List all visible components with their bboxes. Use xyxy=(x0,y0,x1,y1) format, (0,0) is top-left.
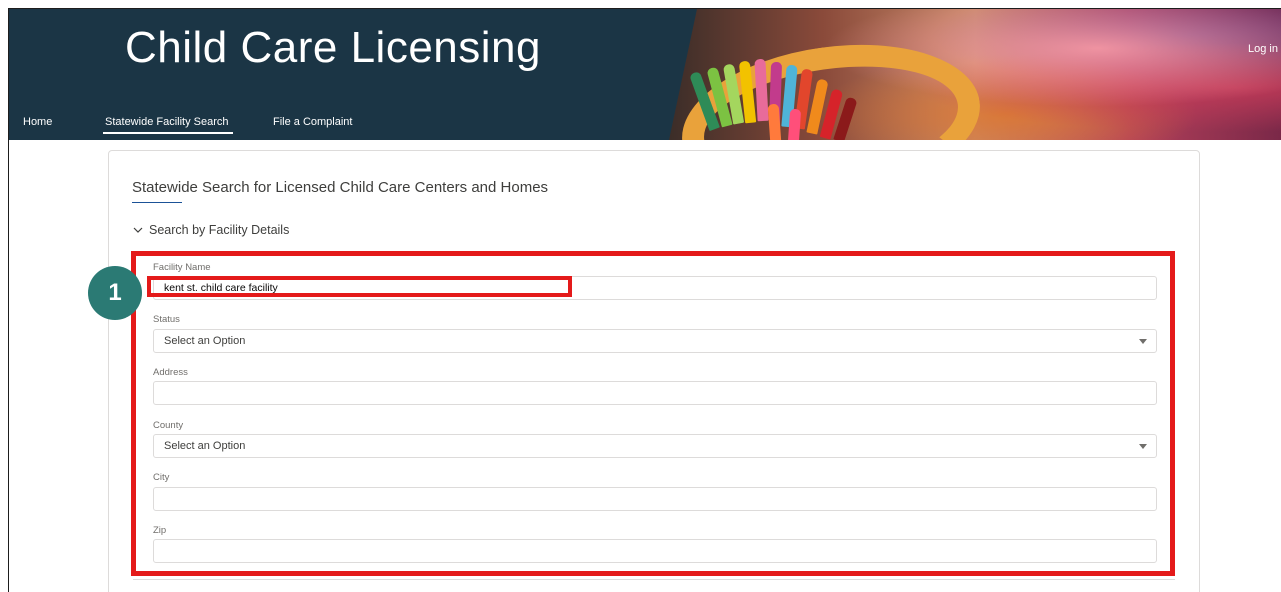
step-number-badge: 1 xyxy=(88,266,142,320)
facility-name-label: Facility Name xyxy=(153,262,211,273)
nav-item-file-a-complaint[interactable]: File a Complaint xyxy=(273,116,352,128)
section-divider xyxy=(133,579,1175,580)
title-underline xyxy=(132,202,182,203)
address-input[interactable] xyxy=(153,381,1157,405)
search-card: Statewide Search for Licensed Child Care… xyxy=(108,150,1200,592)
search-by-facility-details-toggle[interactable]: Search by Facility Details xyxy=(133,223,289,237)
page-frame: Child Care Licensing Log in Home Statewi… xyxy=(8,8,1281,592)
card-title: Statewide Search for Licensed Child Care… xyxy=(132,179,549,196)
city-input[interactable] xyxy=(153,487,1157,511)
address-label: Address xyxy=(153,367,188,378)
facility-name-input[interactable] xyxy=(153,276,1157,300)
city-label: City xyxy=(153,472,170,483)
site-header: Child Care Licensing Log in Home Statewi… xyxy=(9,9,1281,140)
status-select-value: Select an Option xyxy=(164,335,246,347)
nav-item-home[interactable]: Home xyxy=(23,116,52,128)
caret-down-icon xyxy=(1139,339,1147,344)
login-link[interactable]: Log in xyxy=(1248,43,1278,55)
county-label: County xyxy=(153,420,184,431)
county-select[interactable]: Select an Option xyxy=(153,434,1157,458)
status-label: Status xyxy=(153,314,180,325)
status-select[interactable]: Select an Option xyxy=(153,329,1157,353)
zip-input[interactable] xyxy=(153,539,1157,563)
caret-down-icon xyxy=(1139,444,1147,449)
county-select-value: Select an Option xyxy=(164,440,246,452)
nav-item-statewide-facility-search[interactable]: Statewide Facility Search xyxy=(103,116,232,134)
site-title: Child Care Licensing xyxy=(125,23,541,72)
chevron-down-icon xyxy=(133,227,143,233)
section-label: Search by Facility Details xyxy=(149,223,290,237)
zip-label: Zip xyxy=(153,525,167,536)
